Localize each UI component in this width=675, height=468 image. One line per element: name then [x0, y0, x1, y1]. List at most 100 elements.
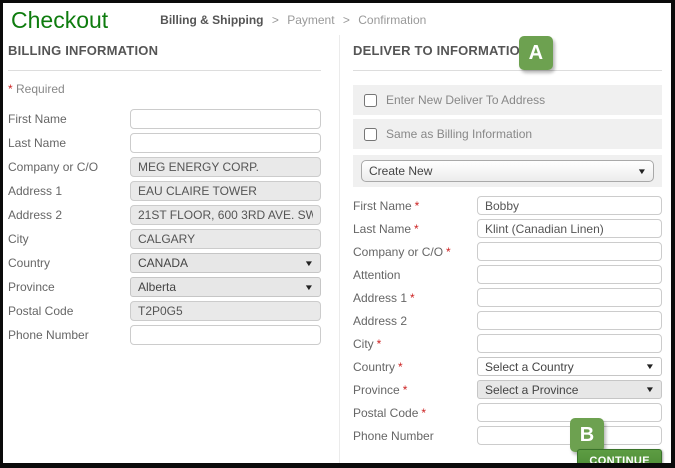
required-star: * [398, 359, 403, 374]
same-as-billing-option[interactable]: Same as Billing Information [353, 119, 662, 149]
field-label: Province [8, 280, 55, 294]
required-star: * [446, 244, 451, 259]
deliver-section: DELIVER TO INFORMATION A Enter New Deliv… [340, 35, 671, 463]
continue-button[interactable]: CONTINUE [577, 449, 662, 463]
field-label: Last Name [8, 136, 67, 150]
field-row-address2: Address 2 [8, 205, 321, 225]
field-label: Phone Number [8, 328, 89, 342]
billing-city-input [130, 229, 321, 249]
select-value: Alberta [138, 280, 177, 294]
select-value: Select a Country [485, 359, 574, 374]
deliver-last-name-input[interactable] [477, 219, 662, 238]
field-row-country: Country CANADA ▼ [8, 253, 321, 273]
deliver-attention-input[interactable] [477, 265, 662, 284]
field-label: Phone Number [353, 428, 434, 443]
chevron-down-icon: ▼ [636, 166, 648, 176]
field-row-phone: Phone Number [353, 426, 662, 445]
select-value: CANADA [138, 256, 189, 270]
required-star: * [421, 405, 427, 420]
field-row-province: Province * Select a Province ▼ [353, 380, 662, 399]
deliver-province-select[interactable]: Select a Province ▼ [477, 380, 662, 399]
field-label: Country [8, 256, 51, 270]
deliver-address1-input[interactable] [477, 288, 662, 307]
field-row-last-name: Last Name * [353, 219, 662, 238]
deliver-country-select[interactable]: Select a Country ▼ [477, 357, 662, 376]
required-star: * [410, 290, 415, 305]
required-star: * [376, 336, 382, 351]
continue-area: B CONTINUE [353, 418, 662, 463]
breadcrumb-payment: Payment [287, 13, 335, 27]
field-label: Address 1 * [353, 290, 415, 305]
chevron-down-icon: ▼ [644, 385, 656, 394]
field-label: Address 2 [8, 208, 63, 222]
field-label: City [8, 232, 29, 246]
checkbox-label: Enter New Deliver To Address [386, 93, 546, 107]
deliver-city-input[interactable] [477, 334, 662, 353]
billing-company-input [130, 157, 321, 177]
select-value: Create New [369, 164, 433, 178]
annotation-badge-b: B [570, 418, 604, 452]
field-row-city: City * [353, 334, 662, 353]
billing-section: BILLING INFORMATION * Required First Nam… [3, 35, 340, 463]
field-label: Address 2 [353, 313, 408, 328]
billing-phone-input[interactable] [130, 325, 321, 345]
billing-country-select[interactable]: CANADA ▼ [130, 253, 321, 273]
page-title: Checkout [11, 6, 109, 33]
billing-first-name-input[interactable] [130, 109, 321, 129]
breadcrumb-confirmation: Confirmation [358, 13, 427, 27]
field-row-first-name: First Name [8, 109, 321, 129]
field-label: Postal Code * [353, 405, 427, 420]
field-label: Province * [353, 382, 408, 397]
field-row-postal-code: Postal Code [8, 301, 321, 321]
field-row-first-name: First Name * [353, 196, 662, 215]
billing-last-name-input[interactable] [130, 133, 321, 153]
address-book-select[interactable]: Create New ▼ [361, 160, 654, 182]
deliver-postal-code-input[interactable] [477, 403, 662, 422]
deliver-address2-input[interactable] [477, 311, 662, 330]
field-label: Attention [353, 267, 401, 282]
field-label: Last Name * [353, 221, 419, 236]
required-note-label: Required [16, 82, 65, 96]
annotation-badge-a: A [519, 36, 553, 70]
billing-postal-code-input [130, 301, 321, 321]
select-value: Select a Province [485, 382, 579, 397]
breadcrumb-billing-shipping[interactable]: Billing & Shipping [160, 13, 263, 27]
deliver-fields: First Name* Last Name* Company or C/O* A… [353, 196, 662, 445]
deliver-company-input[interactable] [477, 242, 662, 261]
same-as-billing-checkbox[interactable] [364, 127, 377, 141]
page-header: Checkout Billing & Shipping > Payment > … [3, 3, 671, 35]
checkbox-label: Same as Billing Information [386, 127, 533, 141]
deliver-first-name-input[interactable] [477, 196, 662, 215]
breadcrumb-separator: > [271, 13, 279, 27]
field-row-attention: Attention [353, 265, 662, 284]
required-note: * Required [8, 82, 321, 96]
required-star: * [402, 382, 408, 397]
field-row-phone: Phone Number [8, 325, 321, 345]
field-row-company: Company or C/O * [353, 242, 662, 261]
breadcrumb-separator: > [342, 13, 350, 27]
chevron-down-icon: ▼ [303, 258, 315, 268]
required-star: * [414, 198, 420, 213]
field-row-company: Company or C/O [8, 157, 321, 177]
checkout-page: Checkout Billing & Shipping > Payment > … [0, 0, 675, 468]
breadcrumb: Billing & Shipping > Payment > Confirmat… [160, 13, 426, 27]
enter-new-address-option[interactable]: Enter New Deliver To Address [353, 85, 662, 115]
field-label: Address 1 [8, 184, 63, 198]
billing-address2-input [130, 205, 321, 225]
address-book-row: Create New ▼ [353, 155, 662, 187]
billing-address1-input [130, 181, 321, 201]
field-row-province: Province Alberta ▼ [8, 277, 321, 297]
billing-province-select[interactable]: Alberta ▼ [130, 277, 321, 297]
field-label: Country * [353, 359, 403, 374]
field-label: Postal Code [8, 304, 74, 318]
field-row-country: Country * Select a Country ▼ [353, 357, 662, 376]
enter-new-address-checkbox[interactable] [364, 93, 377, 107]
field-row-postal-code: Postal Code * [353, 403, 662, 422]
deliver-section-head: DELIVER TO INFORMATION A [353, 35, 662, 71]
field-label: First Name [8, 112, 67, 126]
field-row-city: City [8, 229, 321, 249]
deliver-section-title: DELIVER TO INFORMATION [353, 43, 530, 58]
field-label: Company or C/O [8, 160, 99, 174]
billing-section-title: BILLING INFORMATION [8, 35, 321, 71]
chevron-down-icon: ▼ [303, 282, 315, 292]
